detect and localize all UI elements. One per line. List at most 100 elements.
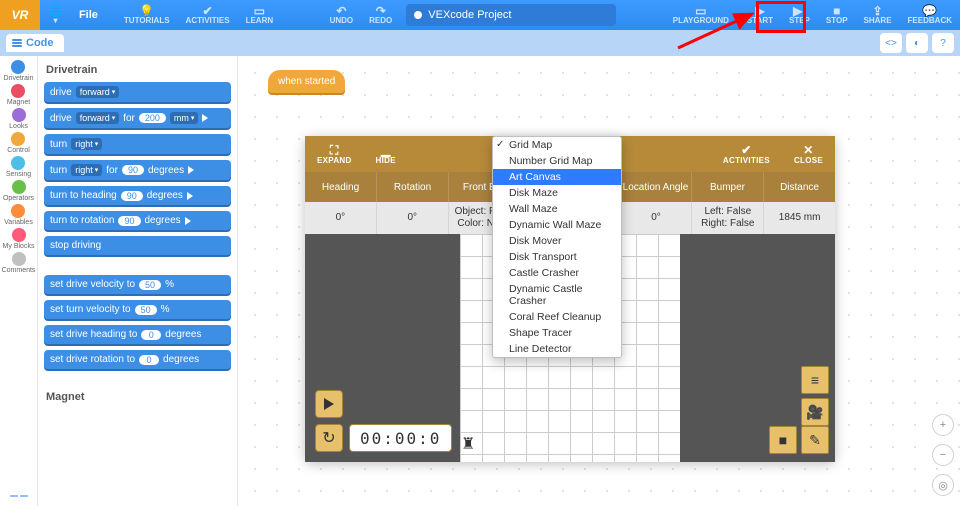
playground-view-list-button[interactable]: ≡	[801, 366, 829, 394]
category-my-blocks[interactable]: My Blocks	[3, 228, 35, 250]
input-heading-set[interactable]: 0	[141, 330, 161, 340]
dropdown-turn-direction[interactable]: right	[71, 138, 102, 150]
code-view-button[interactable]: <>	[880, 33, 902, 53]
block-stop-driving[interactable]: stop driving	[44, 236, 231, 255]
zoom-out-button[interactable]: −	[932, 444, 954, 466]
menu-item-disk-maze[interactable]: Disk Maze	[493, 185, 621, 201]
menu-item-dynamic-castle-crasher[interactable]: Dynamic Castle Crasher	[493, 281, 621, 309]
dropdown-direction[interactable]: forward	[76, 112, 120, 124]
dropdown-unit[interactable]: mm	[170, 112, 199, 124]
dropdown-turn-direction[interactable]: right	[71, 164, 102, 176]
block-turn-to-heading[interactable]: turn to heading 90 degrees	[44, 186, 231, 205]
playground-run-button[interactable]	[315, 390, 343, 418]
dashboard-button[interactable]: ◐	[906, 33, 928, 53]
menu-item-disk-transport[interactable]: Disk Transport	[493, 249, 621, 265]
playground-close-button[interactable]: ✕CLOSE	[782, 144, 835, 165]
zoom-in-button[interactable]: +	[932, 414, 954, 436]
playground-reset-button[interactable]: ↻	[315, 424, 343, 452]
tutorials-button[interactable]: 💡TUTORIALS	[116, 0, 178, 30]
language-button[interactable]: 🌐▾	[40, 0, 71, 30]
category-looks[interactable]: Looks	[9, 108, 28, 130]
redo-button[interactable]: ↷REDO	[361, 0, 400, 30]
play-icon	[185, 217, 191, 225]
block-drive[interactable]: drive forward	[44, 82, 231, 102]
menu-item-number-grid-map[interactable]: Number Grid Map	[493, 153, 621, 169]
playground-expand-button[interactable]: ⛶EXPAND	[305, 144, 364, 165]
val-distance: 1845 mm	[764, 202, 835, 234]
block-turn-to-rotation[interactable]: turn to rotation 90 degrees	[44, 211, 231, 230]
menu-item-line-detector[interactable]: Line Detector	[493, 341, 621, 357]
tab-code[interactable]: Code	[6, 34, 64, 52]
menu-item-grid-map[interactable]: Grid Map	[493, 137, 621, 153]
feedback-button[interactable]: 💬FEEDBACK	[900, 0, 960, 30]
block-set-drive-heading[interactable]: set drive heading to 0 degrees	[44, 325, 231, 344]
menu-item-wall-maze[interactable]: Wall Maze	[493, 201, 621, 217]
block-turn-for[interactable]: turn right for 90 degrees	[44, 160, 231, 180]
input-rotation[interactable]: 90	[118, 216, 140, 226]
menu-item-art-canvas[interactable]: Art Canvas	[493, 169, 621, 185]
menu-item-coral-reef-cleanup[interactable]: Coral Reef Cleanup	[493, 309, 621, 325]
block-set-drive-velocity[interactable]: set drive velocity to 50 %	[44, 275, 231, 294]
input-turn-velocity[interactable]: 50	[135, 305, 157, 315]
category-operators[interactable]: Operators	[3, 180, 34, 202]
hide-icon: ▁	[381, 144, 391, 156]
block-set-turn-velocity[interactable]: set turn velocity to 50 %	[44, 300, 231, 319]
pen-icon: ✎	[809, 432, 821, 449]
category-color-icon	[11, 204, 25, 218]
playground-hide-button[interactable]: ▁HIDE	[364, 144, 408, 165]
menu-item-shape-tracer[interactable]: Shape Tracer	[493, 325, 621, 341]
share-button[interactable]: ⇪SHARE	[856, 0, 900, 30]
dropdown-direction[interactable]: forward	[76, 86, 120, 98]
playground-camera-button[interactable]: 🎥	[801, 398, 829, 426]
col-location: Location Angle	[620, 172, 692, 202]
menu-item-disk-mover[interactable]: Disk Mover	[493, 233, 621, 249]
category-color-icon	[12, 252, 26, 266]
playground-activities-button[interactable]: ✔ACTIVITIES	[711, 144, 782, 165]
activities-button-top[interactable]: ✔ACTIVITIES	[178, 0, 238, 30]
help-button[interactable]: ?	[932, 33, 954, 53]
playground-pen-button[interactable]: ✎	[801, 426, 829, 454]
input-rotation-set[interactable]: 0	[139, 355, 159, 365]
col-distance: Distance	[764, 172, 835, 202]
block-when-started[interactable]: when started	[268, 70, 345, 93]
category-variables[interactable]: Variables	[4, 204, 33, 226]
stop-button[interactable]: ■STOP	[818, 0, 856, 30]
menu-item-dynamic-wall-maze[interactable]: Dynamic Wall Maze	[493, 217, 621, 233]
zoom-fit-button[interactable]: ◎	[932, 474, 954, 496]
playground-rec-button[interactable]: ■	[769, 426, 797, 454]
category-label: Looks	[9, 123, 28, 130]
playground-button[interactable]: ▭PLAYGROUND	[663, 0, 739, 30]
close-icon: ✕	[803, 144, 813, 156]
start-button[interactable]: ▶START	[739, 0, 781, 30]
block-palette: Drivetrain drive forward drive forward f…	[38, 56, 238, 506]
check-icon: ✔	[741, 144, 751, 156]
splitter-handle[interactable]	[4, 490, 34, 502]
input-distance[interactable]: 200	[139, 113, 166, 123]
block-turn[interactable]: turn right	[44, 134, 231, 154]
input-velocity[interactable]: 50	[139, 280, 161, 290]
playground-select-menu[interactable]: Grid MapNumber Grid MapArt CanvasDisk Ma…	[492, 136, 622, 358]
robot-icon: ♜	[461, 434, 475, 454]
category-label: My Blocks	[3, 243, 35, 250]
file-menu[interactable]: File	[71, 0, 106, 30]
blocks-icon	[12, 39, 22, 47]
category-magnet[interactable]: Magnet	[7, 84, 30, 106]
block-drive-for[interactable]: drive forward for 200 mm	[44, 108, 231, 128]
minus-icon: −	[940, 449, 946, 461]
learn-button[interactable]: ▭LEARN	[238, 0, 282, 30]
project-name-field[interactable]: VEXcode Project	[406, 4, 616, 26]
category-sensing[interactable]: Sensing	[6, 156, 31, 178]
block-set-drive-rotation[interactable]: set drive rotation to 0 degrees	[44, 350, 231, 369]
input-heading[interactable]: 90	[121, 191, 143, 201]
category-color-icon	[11, 156, 25, 170]
step-button[interactable]: ▶|STEP	[781, 0, 818, 30]
category-control[interactable]: Control	[7, 132, 30, 154]
category-label: Drivetrain	[4, 75, 34, 82]
category-drivetrain[interactable]: Drivetrain	[4, 60, 34, 82]
category-comments[interactable]: Comments	[2, 252, 36, 274]
menu-item-castle-crasher[interactable]: Castle Crasher	[493, 265, 621, 281]
col-rotation: Rotation	[377, 172, 449, 202]
input-degrees[interactable]: 90	[122, 165, 144, 175]
undo-button[interactable]: ↶UNDO	[322, 0, 362, 30]
project-name-text: VEXcode Project	[428, 9, 511, 21]
